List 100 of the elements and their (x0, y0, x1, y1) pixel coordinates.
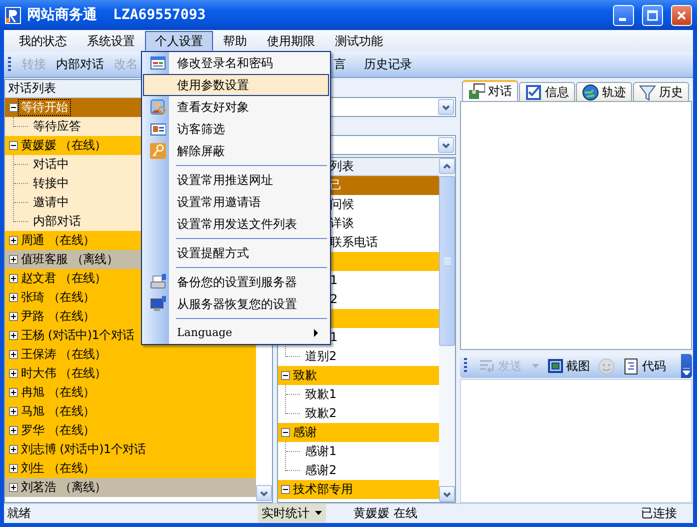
expand-toggle[interactable] (9, 388, 18, 397)
group-row[interactable]: 致歉 (278, 366, 439, 385)
group-row[interactable]: 冉旭 （在线） (5, 383, 256, 402)
printer-icon (150, 274, 166, 290)
collapse-toggle[interactable] (281, 428, 290, 437)
tree-item[interactable]: 致歉1 (303, 387, 339, 402)
collapse-toggle[interactable] (9, 103, 18, 112)
tree-item[interactable]: 2 (330, 292, 340, 307)
tree-item[interactable]: 感谢2 (303, 463, 339, 478)
group-label: 赵文君 （在线） (20, 271, 108, 286)
group-label: 罗华 （在线） (20, 423, 96, 438)
toolbar-button[interactable]: 历史记录 (359, 55, 417, 74)
menu-item[interactable]: 使用期限 (257, 30, 325, 52)
expand-toggle[interactable] (9, 331, 18, 340)
toolbar-button[interactable]: 内部对话 (51, 55, 109, 74)
expand-toggle[interactable] (9, 426, 18, 435)
close-icon (676, 10, 687, 20)
maximize-icon (647, 10, 658, 20)
tree-item[interactable]: 问候 (330, 197, 356, 212)
chat-icon (468, 83, 485, 100)
scroll-thumb[interactable] (439, 176, 455, 346)
group-label: 刘生 （在线） (20, 461, 96, 476)
expand-toggle[interactable] (9, 464, 18, 473)
tree-item[interactable]: 等待应答 (31, 119, 83, 134)
close-button[interactable] (671, 4, 692, 26)
group-row[interactable]: 罗华 （在线） (5, 421, 256, 440)
group-label: 尹路 （在线） (20, 309, 96, 324)
menu-item[interactable]: 使用参数设置 (143, 74, 329, 96)
tree-item[interactable]: 内部对话 (31, 214, 83, 229)
tab[interactable]: 对话 (462, 80, 518, 101)
group-label: 马旭 （在线） (20, 404, 96, 419)
computer-icon (150, 296, 166, 312)
overflow-icon (683, 368, 690, 375)
tree-item[interactable]: 对话中 (31, 157, 71, 172)
tree-item[interactable]: 感谢1 (303, 444, 339, 459)
group-label: 己 (330, 178, 343, 193)
account-id: LZA69557093 (113, 6, 206, 24)
minimize-button[interactable] (613, 4, 634, 26)
chevron-down-icon (442, 490, 452, 498)
group-label: 王杨 (对话中)1个对话 (20, 328, 136, 343)
status-message: 就绪 (6, 505, 32, 522)
group-label: 等待开始 (19, 100, 70, 115)
collapse-toggle[interactable] (281, 485, 290, 494)
group-label: 王保涛 （在线） (20, 347, 108, 362)
menu-item[interactable]: 帮助 (213, 30, 257, 52)
tree-item[interactable]: 致歉2 (303, 406, 339, 421)
expand-toggle[interactable] (9, 293, 18, 302)
screenshot-icon (547, 358, 564, 374)
group-row[interactable]: 时大伟 （在线） (5, 364, 256, 383)
toolbar-button[interactable]: 截图 (545, 356, 592, 376)
contact-card-icon (150, 121, 166, 137)
scroll-down-button[interactable] (439, 486, 455, 502)
expand-toggle[interactable] (9, 407, 18, 416)
expand-toggle[interactable] (9, 312, 18, 321)
collapse-toggle[interactable] (281, 371, 290, 380)
user-status: 黄媛媛 在线 (354, 506, 418, 521)
group-label: 技术部专用 (292, 482, 354, 497)
group-row[interactable]: 刘生 （在线） (5, 459, 256, 478)
stats-dropdown-button[interactable]: 实时统计 (258, 504, 326, 523)
tree-item[interactable]: 联系电话 (330, 235, 380, 250)
expand-toggle[interactable] (9, 236, 18, 245)
menu-item[interactable]: 系统设置 (77, 30, 145, 52)
toolbar-button[interactable]: 代码 (621, 356, 668, 376)
collapse-toggle[interactable] (9, 141, 18, 150)
globe-icon (582, 84, 599, 100)
tab[interactable]: 历史 (633, 82, 689, 101)
expand-toggle[interactable] (9, 483, 18, 492)
group-row[interactable]: 王保涛 （在线） (5, 345, 256, 364)
tree-item[interactable]: 1 (330, 330, 340, 345)
submenu-arrow-icon (314, 329, 318, 337)
menu-item[interactable]: 修改登录名和密码 (143, 52, 329, 74)
tab[interactable]: 信息 (519, 82, 575, 101)
group-row[interactable]: 刘茗浩 （离线） (5, 478, 256, 497)
menu-item[interactable]: 测试功能 (325, 30, 393, 52)
scroll-up-button[interactable] (439, 158, 455, 174)
smiley-icon (598, 358, 615, 374)
group-row[interactable]: 刘志博 (对话中)1个对话 (5, 440, 256, 459)
expand-toggle[interactable] (9, 255, 18, 264)
expand-toggle[interactable] (9, 274, 18, 283)
tree-item[interactable]: 邀请中 (31, 195, 71, 210)
tree-item[interactable]: 1 (330, 273, 340, 288)
group-row[interactable]: 技术部专用 (278, 480, 439, 499)
tab[interactable]: 轨迹 (576, 82, 632, 101)
tree-item[interactable]: 转接中 (31, 176, 71, 191)
menu-item[interactable]: 个人设置 (145, 30, 213, 52)
expand-toggle[interactable] (9, 350, 18, 359)
expand-toggle[interactable] (9, 369, 18, 378)
group-row[interactable]: 马旭 （在线） (5, 402, 256, 421)
toolbar-button[interactable]: 言 (334, 55, 351, 74)
code-document-icon (623, 358, 640, 374)
tree-item[interactable]: 道别2 (303, 349, 339, 364)
maximize-button[interactable] (642, 4, 663, 26)
group-label: 刘志博 (对话中)1个对话 (20, 442, 147, 457)
message-input-field[interactable] (460, 379, 692, 503)
menu-item[interactable]: 我的状态 (9, 30, 77, 52)
tree-item[interactable]: 详谈 (330, 216, 356, 231)
scroll-down-button[interactable] (256, 485, 272, 501)
expand-toggle[interactable] (9, 445, 18, 454)
group-row[interactable]: 感谢 (278, 423, 439, 442)
toolbar-options-button[interactable] (681, 354, 692, 378)
